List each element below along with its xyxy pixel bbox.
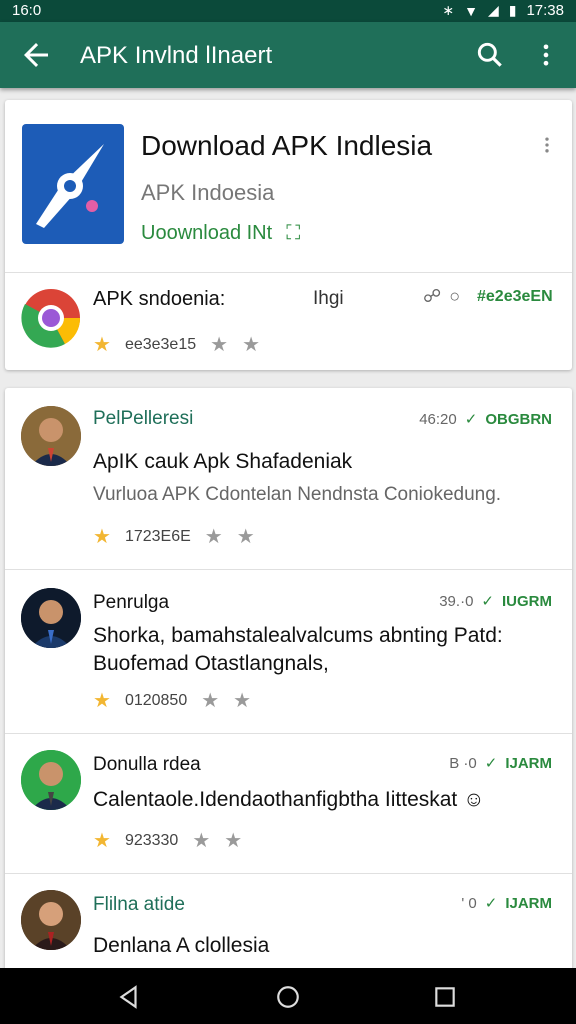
star-empty-icon[interactable]: ★ — [192, 828, 210, 853]
nav-back-icon[interactable] — [116, 984, 142, 1010]
reviewer-name: PelPelleresi — [93, 408, 194, 429]
app-bar: APK Invlnd lInaert — [0, 22, 576, 88]
star-empty-icon[interactable]: ★ — [210, 332, 228, 357]
star-filled-icon: ★ — [93, 830, 111, 852]
star-empty-icon[interactable]: ★ — [242, 332, 260, 357]
review-time: 46:20 — [419, 410, 457, 428]
overflow-menu-icon[interactable] — [532, 39, 560, 71]
rating-row: ★ 0120850 ★ ★ — [93, 688, 251, 713]
card-overflow-icon[interactable] — [537, 130, 557, 160]
nav-recents-icon[interactable] — [432, 984, 458, 1010]
review-meta: 39.·0 ✓ IUGRM — [439, 592, 552, 611]
star-filled-icon: ★ — [93, 334, 111, 356]
app-developer[interactable]: APK Indoesia — [141, 180, 274, 206]
chrome-icon — [21, 289, 81, 348]
review-title: Calentaole.Idendaothanfigbtha Iitteskat … — [93, 788, 485, 811]
related-app-extra: Ihgi — [313, 288, 344, 309]
review-item[interactable]: PelPelleresi 46:20 ✓ OBGBRN ApIK cauk Ap… — [5, 388, 572, 570]
nav-home-icon[interactable] — [275, 984, 301, 1010]
verified-tag: ✓ — [484, 755, 498, 772]
status-bar: 16:0 ∗ ▼ ◢ ▮ 17:38 — [0, 0, 576, 22]
review-time: ' 0 — [461, 894, 477, 912]
verified-tag: ✓ — [484, 895, 498, 912]
wifi-icon: ▼ — [464, 2, 478, 19]
review-meta: B ·0 ✓ IJARM — [449, 754, 552, 773]
review-item[interactable]: Donulla rdea B ·0 ✓ IJARM Calentaole.Ide… — [5, 734, 572, 874]
app-info-card: Download APK Indlesia APK Indoesia Uoown… — [5, 100, 572, 370]
star-empty-icon[interactable]: ★ — [224, 828, 242, 853]
rating-row: ★ 923330 ★ ★ — [93, 828, 242, 853]
review-tag: OBGBRN — [485, 410, 552, 428]
battery-icon: ▮ — [508, 2, 517, 18]
signal-icon: ◢ — [487, 2, 499, 18]
star-filled-icon: ★ — [93, 526, 111, 548]
review-title: Shorka, bamahstalealvalcums abnting Patd… — [93, 624, 503, 675]
rating-value: 0120850 — [124, 691, 188, 709]
avatar[interactable] — [21, 406, 81, 466]
review-time: 39.·0 — [439, 592, 474, 610]
status-time-left: 16:0 — [12, 2, 42, 19]
review-title: ApIK cauk Apk Shafadeniak — [93, 450, 353, 473]
rating-row: ★ 1723E6E ★ ★ — [93, 524, 255, 549]
rating-value: 923330 — [124, 831, 179, 849]
star-empty-icon[interactable]: ★ — [201, 688, 219, 713]
review-time: B ·0 — [449, 754, 477, 772]
review-meta: ' 0 ✓ IJARM — [461, 894, 552, 913]
review-title: Denlana A clollesia — [93, 934, 270, 957]
verified-tag: ✓ — [481, 593, 494, 610]
review-tag: IJARM — [505, 754, 552, 772]
verified-tag: ✓ — [464, 411, 478, 428]
star-empty-icon[interactable]: ★ — [205, 524, 223, 549]
app-name: Download APK Indlesia — [141, 130, 433, 161]
avatar[interactable] — [21, 890, 81, 950]
review-meta: 46:20 ✓ OBGBRN — [419, 410, 552, 429]
star-empty-icon[interactable]: ★ — [237, 524, 255, 549]
reviewer-name: Penrulga — [93, 592, 170, 613]
install-button[interactable]: Uoownload INt ⛶ — [141, 222, 300, 245]
rating-value: 1723E6E — [124, 527, 191, 545]
avatar[interactable] — [21, 588, 81, 648]
search-icon[interactable] — [474, 39, 506, 71]
status-icons: ∗ ▼ ◢ ▮ 17:38 — [442, 2, 564, 19]
reviews-card: PelPelleresi 46:20 ✓ OBGBRN ApIK cauk Ap… — [5, 388, 572, 978]
app-icon[interactable] — [22, 124, 124, 244]
system-nav-bar — [0, 968, 576, 1024]
reviewer-name: Donulla rdea — [93, 754, 201, 775]
avatar[interactable] — [21, 750, 81, 810]
divider — [5, 272, 572, 273]
star-empty-icon[interactable]: ★ — [233, 688, 251, 713]
review-tag: IJARM — [505, 894, 552, 912]
rating-row: ★ ee3e3e15 ★ ★ — [93, 332, 260, 357]
share-icons: ☍○ — [423, 286, 469, 306]
status-time: 17:38 — [526, 2, 564, 19]
android-icon: ⛶ — [286, 222, 301, 244]
review-body: Vurluoa APK Cdontelan Nendnsta Coniokedu… — [93, 484, 502, 505]
back-arrow-icon[interactable] — [18, 37, 54, 73]
bluetooth-icon: ∗ — [442, 2, 455, 18]
star-filled-icon: ★ — [93, 690, 111, 712]
reviewer-name: Flilna atide — [93, 894, 185, 915]
install-label: Uoownload INt — [141, 222, 273, 244]
related-app-name: APK sndoenia: — [93, 288, 226, 310]
app-bar-title: APK Invlnd lInaert — [80, 42, 273, 69]
review-item[interactable]: Penrulga 39.·0 ✓ IUGRM Shorka, bamahstal… — [5, 570, 572, 734]
related-app-tag: #e2e3eEN — [477, 288, 553, 305]
related-app-row[interactable]: APK sndoenia: Ihgi ☍○ #e2e3eEN ★ ee3e3e1… — [5, 274, 572, 370]
rating-value: ee3e3e15 — [124, 335, 197, 353]
review-item[interactable]: Flilna atide ' 0 ✓ IJARM Denlana A cloll… — [5, 874, 572, 978]
review-tag: IUGRM — [502, 592, 552, 610]
